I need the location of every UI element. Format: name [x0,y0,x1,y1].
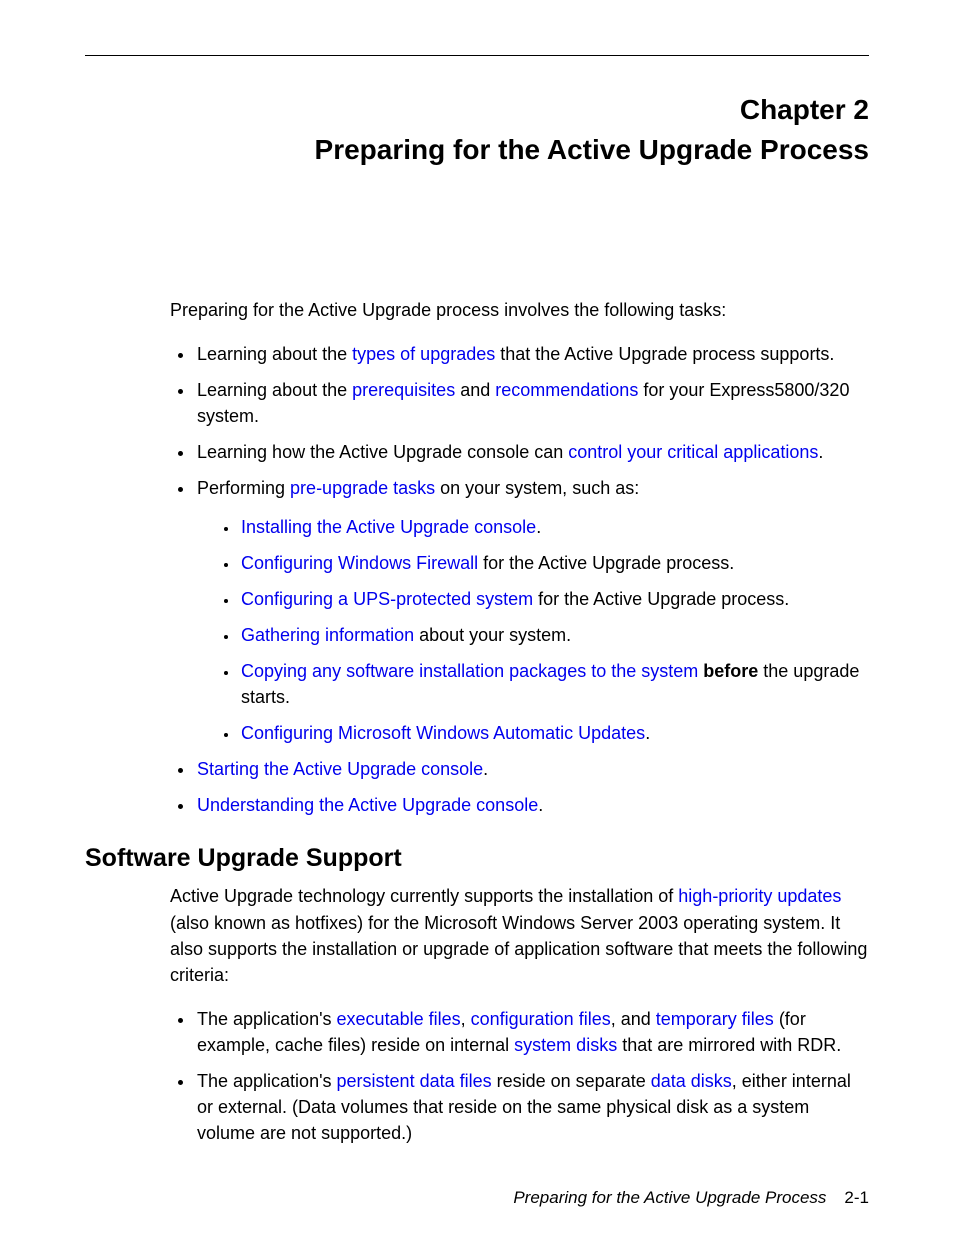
text-run: . [645,723,650,743]
list-item: Understanding the Active Upgrade console… [195,792,869,818]
task-list: Learning about the types of upgrades tha… [195,341,869,818]
text-run: Learning how the Active Upgrade console … [197,442,568,462]
text-run: , and [611,1009,656,1029]
text-run: . [818,442,823,462]
section-intro-paragraph: Active Upgrade technology currently supp… [170,883,869,987]
text-run: The application's [197,1071,337,1091]
list-item: Configuring Microsoft Windows Automatic … [239,720,869,746]
list-item: The application's persistent data files … [195,1068,869,1146]
text-run: that are mirrored with RDR. [617,1035,841,1055]
link-control-applications[interactable]: control your critical applications [568,442,818,462]
glossary-system-disks[interactable]: system disks [514,1035,617,1055]
list-item: Configuring Windows Firewall for the Act… [239,550,869,576]
glossary-configuration-files[interactable]: configuration files [471,1009,611,1029]
text-run: that the Active Upgrade process supports… [495,344,834,364]
text-run: for the Active Upgrade process. [533,589,789,609]
link-configuring-auto-updates[interactable]: Configuring Microsoft Windows Automatic … [241,723,645,743]
list-item: Performing pre-upgrade tasks on your sys… [195,475,869,746]
glossary-data-disks[interactable]: data disks [651,1071,732,1091]
text-run: (also known as hotfixes) for the Microso… [170,913,867,985]
link-starting-console[interactable]: Starting the Active Upgrade console [197,759,483,779]
text-run: for the Active Upgrade process. [478,553,734,573]
list-item: Learning about the types of upgrades tha… [195,341,869,367]
list-item: Copying any software installation packag… [239,658,869,710]
page-footer: Preparing for the Active Upgrade Process… [85,1188,869,1208]
text-run: . [483,759,488,779]
section-body: Active Upgrade technology currently supp… [170,883,869,1146]
body-content: Preparing for the Active Upgrade process… [170,297,869,818]
text-run: on your system, such as: [435,478,639,498]
text-run: for your Express5800/320 [638,380,849,400]
chapter-title: Preparing for the Active Upgrade Process [285,132,869,167]
glossary-executable-files[interactable]: executable files [337,1009,461,1029]
text-run: Active Upgrade technology currently supp… [170,886,678,906]
link-installing-console[interactable]: Installing the Active Upgrade console [241,517,536,537]
list-item: Starting the Active Upgrade console. [195,756,869,782]
text-run: system. [197,406,259,426]
intro-paragraph: Preparing for the Active Upgrade process… [170,297,869,323]
section-heading-software-upgrade-support: Software Upgrade Support [85,844,869,873]
list-item: The application's executable files, conf… [195,1006,869,1058]
footer-title: Preparing for the Active Upgrade Process [513,1188,826,1207]
link-recommendations[interactable]: recommendations [495,380,638,400]
text-run: about your system. [414,625,571,645]
sub-task-list: Installing the Active Upgrade console. C… [239,514,869,747]
list-item: Installing the Active Upgrade console. [239,514,869,540]
glossary-temporary-files[interactable]: temporary files [656,1009,774,1029]
text-run: The application's [197,1009,337,1029]
text-run: Learning about the [197,344,352,364]
text-run: reside on separate [492,1071,651,1091]
link-configuring-firewall[interactable]: Configuring Windows Firewall [241,553,478,573]
glossary-persistent-data-files[interactable]: persistent data files [337,1071,492,1091]
footer-page-number: 2-1 [844,1188,869,1207]
link-understanding-console[interactable]: Understanding the Active Upgrade console [197,795,538,815]
link-gathering-information[interactable]: Gathering information [241,625,414,645]
text-run: Learning about the [197,380,352,400]
document-page: Chapter 2 Preparing for the Active Upgra… [0,0,954,1248]
chapter-label: Chapter 2 [85,94,869,126]
list-item: Configuring a UPS-protected system for t… [239,586,869,612]
criteria-list: The application's executable files, conf… [195,1006,869,1146]
text-run: and [455,380,495,400]
bold-before: before [703,661,758,681]
list-item: Learning how the Active Upgrade console … [195,439,869,465]
glossary-high-priority-updates[interactable]: high-priority updates [678,886,841,906]
link-pre-upgrade-tasks[interactable]: pre-upgrade tasks [290,478,435,498]
link-copying-packages[interactable]: Copying any software installation packag… [241,661,698,681]
link-types-of-upgrades[interactable]: types of upgrades [352,344,495,364]
list-item: Learning about the prerequisites and rec… [195,377,869,429]
list-item: Gathering information about your system. [239,622,869,648]
top-rule [85,55,869,56]
text-run: , [461,1009,471,1029]
text-run: . [536,517,541,537]
text-run: . [538,795,543,815]
link-configuring-ups[interactable]: Configuring a UPS-protected system [241,589,533,609]
text-run: Performing [197,478,290,498]
link-prerequisites[interactable]: prerequisites [352,380,455,400]
